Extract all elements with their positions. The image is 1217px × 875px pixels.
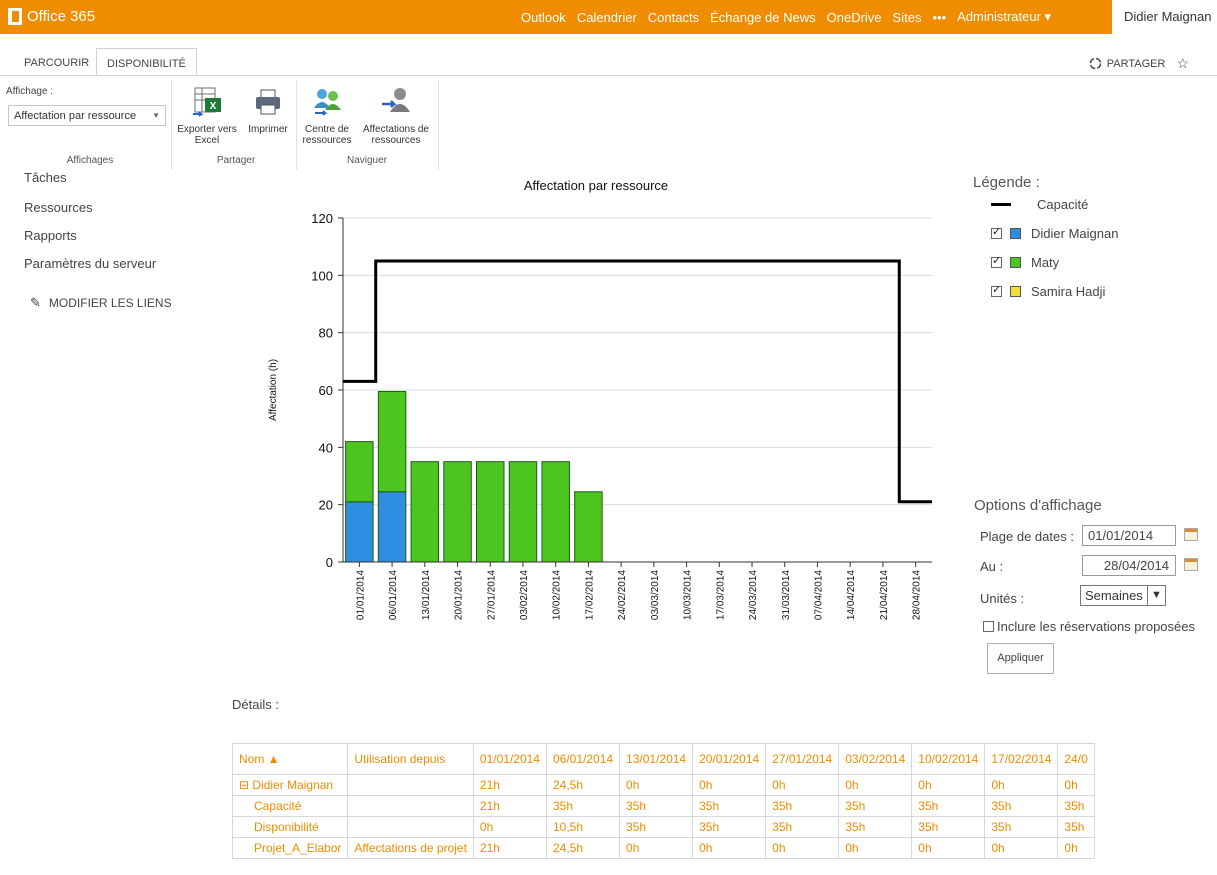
details-table: Nom ▲ Utilisation depuis 01/01/2014 06/01/2… bbox=[231, 743, 1095, 859]
table-cell: 35h bbox=[984, 816, 1059, 838]
table-cell: 35h bbox=[765, 795, 840, 817]
column-header: 10/02/2014 bbox=[911, 743, 986, 775]
table-cell: 0h bbox=[692, 837, 767, 859]
table-cell: 35h bbox=[1057, 795, 1095, 817]
details-clip: Nom ▲ Utilisation depuis 01/01/2014 06/01/2… bbox=[0, 0, 1217, 875]
table-cell: 0h bbox=[1057, 774, 1095, 796]
table-cell: 0h bbox=[692, 774, 767, 796]
table-header-row: Nom ▲ Utilisation depuis 01/01/2014 06/01/2… bbox=[231, 743, 1095, 775]
table-cell: 35h bbox=[619, 795, 694, 817]
table-cell: 24,5h bbox=[545, 837, 621, 859]
table-cell: 35h bbox=[1057, 816, 1095, 838]
table-cell: 0h bbox=[838, 837, 913, 859]
table-row: Projet_A_Elabor Affectations de projet 21h… bbox=[231, 837, 1095, 859]
column-header: 17/02/2014 bbox=[984, 743, 1059, 775]
table-cell: 0h bbox=[619, 774, 694, 796]
table-cell: 21h bbox=[472, 795, 547, 817]
table-cell: 24,5h bbox=[545, 774, 621, 796]
table-cell[interactable]: Projet_A_Elabor bbox=[231, 837, 349, 859]
column-header: 13/01/2014 bbox=[619, 743, 694, 775]
table-cell: 35h bbox=[692, 795, 767, 817]
column-header: Utilisation depuis bbox=[347, 743, 474, 775]
table-cell[interactable]: Disponibilité bbox=[231, 816, 349, 838]
column-header: 20/01/2014 bbox=[692, 743, 767, 775]
table-cell: 35h bbox=[911, 816, 986, 838]
column-header: 06/01/2014 bbox=[545, 743, 621, 775]
table-cell bbox=[347, 774, 474, 796]
table-cell bbox=[347, 816, 474, 838]
column-header[interactable]: Nom ▲ bbox=[231, 743, 349, 775]
table-cell: 0h bbox=[838, 774, 913, 796]
table-cell: 35h bbox=[692, 816, 767, 838]
table-row: Disponibilité 0h 10,5h 35h 35h 35h 35h 35h 35h 35… bbox=[231, 816, 1095, 838]
table-cell: 0h bbox=[765, 837, 840, 859]
table-cell: 35h bbox=[838, 816, 913, 838]
table-cell: 0h bbox=[765, 774, 840, 796]
column-header: 27/01/2014 bbox=[765, 743, 840, 775]
table-cell: 35h bbox=[838, 795, 913, 817]
table-cell[interactable]: ⊟ Didier Maignan bbox=[231, 774, 349, 796]
table-cell: 0h bbox=[984, 774, 1059, 796]
column-header: 24/0 bbox=[1057, 743, 1095, 775]
table-cell: 0h bbox=[911, 837, 986, 859]
table-row: Capacité 21h 35h 35h 35h 35h 35h 35h 35h 35h bbox=[231, 795, 1095, 817]
table-cell: 35h bbox=[765, 816, 840, 838]
table-cell: 35h bbox=[545, 795, 621, 817]
table-cell: 0h bbox=[619, 837, 694, 859]
table-cell: 0h bbox=[472, 816, 547, 838]
table-cell: 10,5h bbox=[545, 816, 621, 838]
table-cell: 0h bbox=[984, 837, 1059, 859]
table-cell: 35h bbox=[984, 795, 1059, 817]
table-row: ⊟ Didier Maignan 21h 24,5h 0h 0h 0h 0h 0h 0h 0h bbox=[231, 774, 1095, 796]
table-cell bbox=[347, 795, 474, 817]
table-cell: 0h bbox=[1057, 837, 1095, 859]
table-cell: 35h bbox=[619, 816, 694, 838]
table-cell[interactable]: Capacité bbox=[231, 795, 349, 817]
table-cell: 0h bbox=[911, 774, 986, 796]
table-cell: Affectations de projet bbox=[347, 837, 474, 859]
table-cell: 21h bbox=[472, 837, 547, 859]
column-header: 03/02/2014 bbox=[838, 743, 913, 775]
table-cell: 21h bbox=[472, 774, 547, 796]
table-cell: 35h bbox=[911, 795, 986, 817]
column-header: 01/01/2014 bbox=[472, 743, 547, 775]
